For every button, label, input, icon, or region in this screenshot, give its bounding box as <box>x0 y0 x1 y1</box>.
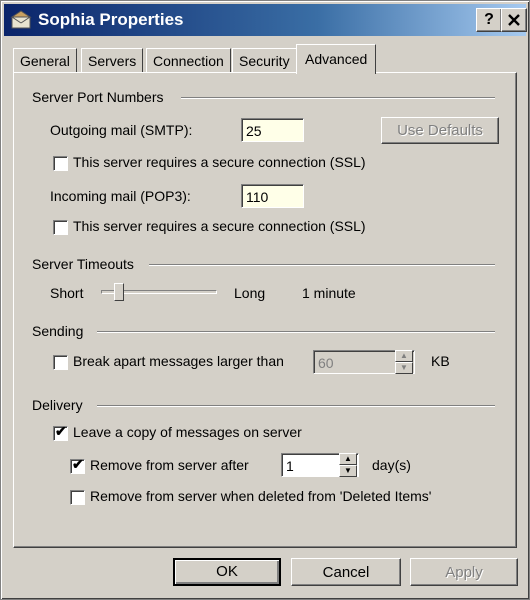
spin-up-icon[interactable]: ▲ <box>339 453 357 465</box>
help-button[interactable]: ? <box>476 8 502 32</box>
window-title: Sophia Properties <box>38 10 184 29</box>
outgoing-port-input[interactable]: 25 <box>241 118 304 142</box>
remove-after-unit: day(s) <box>372 457 411 473</box>
break-apart-label: Break apart messages larger than <box>73 353 284 369</box>
timeout-short-label: Short <box>50 285 84 301</box>
close-button[interactable] <box>501 8 527 32</box>
tab-security[interactable]: Security <box>232 48 297 73</box>
outgoing-mail-label: Outgoing mail (SMTP): <box>50 122 193 138</box>
incoming-port-input[interactable]: 110 <box>241 184 304 208</box>
group-server-ports: Server Port Numbers <box>32 89 170 105</box>
spin-down-icon[interactable]: ▼ <box>395 362 413 374</box>
mail-account-icon <box>10 10 32 29</box>
tab-servers[interactable]: Servers <box>81 48 144 73</box>
group-divider <box>97 405 495 407</box>
group-divider <box>97 331 495 333</box>
tab-general[interactable]: General <box>13 48 77 73</box>
ssl-outgoing-checkbox[interactable] <box>53 156 68 171</box>
break-apart-checkbox[interactable] <box>53 355 68 370</box>
ssl-incoming-checkbox[interactable] <box>53 220 68 235</box>
break-apart-unit: KB <box>431 353 450 369</box>
group-sending: Sending <box>32 323 90 339</box>
tab-advanced[interactable]: Advanced <box>296 44 377 74</box>
ok-button[interactable]: OK <box>173 558 281 586</box>
checkmark-icon: ✔ <box>72 456 84 472</box>
timeout-slider-thumb[interactable] <box>114 283 124 301</box>
group-divider <box>149 264 495 266</box>
cancel-button[interactable]: Cancel <box>291 558 401 586</box>
properties-dialog: Sophia Properties ? General Servers Conn… <box>0 0 530 600</box>
break-apart-spinner[interactable]: ▲ ▼ <box>395 350 413 374</box>
group-delivery: Delivery <box>32 397 89 413</box>
spin-up-icon[interactable]: ▲ <box>395 350 413 362</box>
timeout-long-label: Long <box>234 285 266 301</box>
remove-deleted-checkbox[interactable] <box>70 490 85 505</box>
group-server-timeouts: Server Timeouts <box>32 256 140 272</box>
close-icon <box>508 14 520 26</box>
remove-after-spinner[interactable]: ▲ ▼ <box>339 453 357 477</box>
leave-copy-label: Leave a copy of messages on server <box>73 424 302 440</box>
use-defaults-button[interactable]: Use Defaults <box>381 117 499 144</box>
ssl-outgoing-label: This server requires a secure connection… <box>73 154 366 170</box>
remove-after-label: Remove from server after <box>90 457 249 473</box>
incoming-mail-label: Incoming mail (POP3): <box>50 188 191 204</box>
group-divider <box>181 97 495 99</box>
spin-down-icon[interactable]: ▼ <box>339 465 357 477</box>
timeout-value: 1 minute <box>302 285 356 301</box>
title-bar[interactable]: Sophia Properties ? <box>4 4 527 36</box>
ssl-incoming-label: This server requires a secure connection… <box>73 218 366 234</box>
checkmark-icon: ✔ <box>55 423 67 439</box>
remove-after-checkbox[interactable]: ✔ <box>70 456 85 474</box>
apply-button[interactable]: Apply <box>410 558 518 586</box>
tab-connection[interactable]: Connection <box>146 48 231 73</box>
remove-deleted-label: Remove from server when deleted from 'De… <box>90 488 432 504</box>
leave-copy-checkbox[interactable]: ✔ <box>53 423 68 441</box>
